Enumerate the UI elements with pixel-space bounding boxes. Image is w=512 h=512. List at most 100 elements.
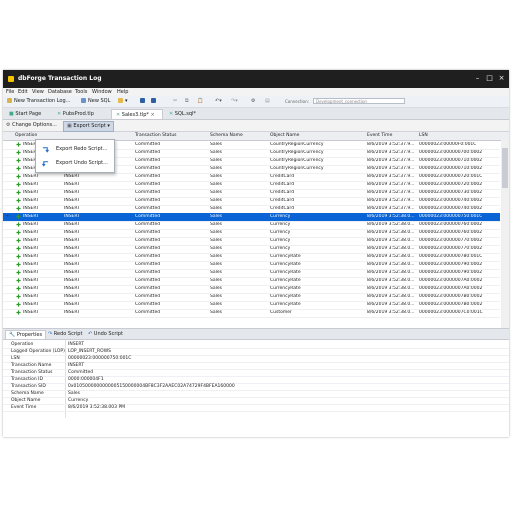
- copy-button[interactable]: ⧉: [185, 98, 189, 105]
- cell-status: Committed: [135, 230, 161, 235]
- tab-undo-script[interactable]: ↶ Undo Script: [85, 330, 126, 339]
- insert-plus-icon: [16, 278, 21, 283]
- cell-op: INSERT: [23, 222, 39, 227]
- cell-schema: Sales: [210, 182, 222, 187]
- folder-icon: [118, 98, 123, 103]
- grid-scrollbar[interactable]: [501, 140, 509, 328]
- paste-button[interactable]: 📋: [197, 98, 203, 105]
- open-folder-button[interactable]: ▾: [118, 98, 128, 105]
- cell-schema: Sales: [210, 158, 222, 163]
- cell-op: INSERT: [23, 254, 39, 259]
- insert-plus-icon: [16, 222, 21, 227]
- cell-status: Committed: [135, 238, 161, 243]
- new-log-icon: [7, 98, 12, 103]
- cell-status: Committed: [135, 262, 161, 267]
- column-object-name[interactable]: Object Name: [270, 133, 299, 138]
- save-button[interactable]: [140, 98, 147, 105]
- toolbar-extra-button[interactable]: ▤: [265, 98, 270, 105]
- save-all-button[interactable]: [151, 98, 158, 105]
- insert-plus-icon: [16, 190, 21, 195]
- cell-op2: INSERT: [64, 278, 80, 283]
- property-value: 8/6/2019 3:52:38.003 PM: [68, 405, 126, 410]
- table-row[interactable]: INSERT INSERT Committed Sales Customer 8/6/20…: [3, 309, 500, 318]
- property-row[interactable]: Schema Name Sales: [3, 391, 509, 398]
- tab-sales3[interactable]: ✕ Sales3.tlp* ×: [111, 109, 163, 119]
- cell-lsn: 00000023:000000700:0002: [419, 150, 483, 155]
- property-value: INSERT: [68, 363, 84, 368]
- cell-schema: Sales: [210, 222, 222, 227]
- cell-object: CreditCard: [270, 190, 295, 195]
- property-row[interactable]: Transaction Status Committed: [3, 370, 509, 377]
- tab-sql[interactable]: ✕ SQL.sql*: [165, 109, 200, 119]
- cell-op2: INSERT: [64, 206, 80, 211]
- cell-lsn: 00000023:0000007B0:0002: [419, 302, 483, 307]
- toolbar-options-button[interactable]: ⚙: [251, 98, 255, 105]
- property-value: Committed: [68, 370, 94, 375]
- property-row[interactable]: LSN 00000023:000000750:001C: [3, 356, 509, 363]
- cell-object: CreditCard: [270, 174, 295, 179]
- column-operation[interactable]: Operation: [15, 133, 37, 138]
- column-event-time[interactable]: Event Time: [367, 133, 392, 138]
- menu-help[interactable]: Help: [117, 89, 128, 95]
- property-key: LSN: [11, 356, 20, 361]
- cell-op: INSERT: [23, 278, 39, 283]
- redo-button[interactable]: ↷▾: [231, 98, 238, 105]
- cell-op2: INSERT: [64, 182, 80, 187]
- menu-database[interactable]: Database: [48, 89, 72, 95]
- property-row[interactable]: Transaction Name INSERT: [3, 363, 509, 370]
- cell-status: Committed: [135, 198, 161, 203]
- tab-close-icon[interactable]: ×: [149, 112, 154, 118]
- app-logo-icon: [8, 76, 14, 82]
- property-key: Operation: [11, 342, 34, 347]
- cell-schema: Sales: [210, 262, 222, 267]
- grid-scrollbar-thumb[interactable]: [502, 148, 508, 188]
- column-transaction-status[interactable]: Transaction Status: [135, 133, 177, 138]
- tab-pubsprod[interactable]: ✕ PubsProd.tlp: [53, 109, 98, 119]
- menu-tools[interactable]: Tools: [75, 89, 87, 95]
- menu-edit[interactable]: Edit: [18, 89, 28, 95]
- cell-lsn: 00000023:0000007A0:0002: [419, 286, 483, 291]
- new-transaction-log-button[interactable]: New Transaction Log...: [7, 98, 70, 105]
- cut-button[interactable]: ✂: [173, 98, 177, 105]
- change-options-button[interactable]: ⚙ Change Options...: [6, 122, 57, 129]
- menu-view[interactable]: View: [32, 89, 44, 95]
- property-key: Transaction SID: [11, 384, 46, 389]
- cell-object: Currency: [270, 246, 291, 251]
- menu-file[interactable]: File: [6, 89, 14, 95]
- cell-object: CurrencyRate: [270, 278, 301, 283]
- cell-status: Committed: [135, 142, 161, 147]
- column-lsn[interactable]: LSN: [419, 133, 428, 138]
- property-row[interactable]: Event Time 8/6/2019 3:52:38.003 PM: [3, 405, 509, 412]
- property-value: LOP_INSERT_ROWS: [68, 349, 112, 354]
- maximize-icon[interactable]: □: [485, 74, 494, 83]
- cell-schema: Sales: [210, 302, 222, 307]
- undo-button[interactable]: ↶▾: [215, 98, 222, 105]
- export-script-button[interactable]: ▣ Export Script ▾: [63, 121, 114, 132]
- property-row[interactable]: Logged Operation (LOP) LOP_INSERT_ROWS: [3, 349, 509, 356]
- export-undo-script-item[interactable]: Export Undo Script...: [36, 157, 114, 169]
- cell-op2: INSERT: [64, 270, 80, 275]
- cell-op: INSERT: [23, 270, 39, 275]
- property-row[interactable]: Operation INSERT: [3, 342, 509, 349]
- tab-start-page[interactable]: ■ Start Page: [5, 109, 45, 119]
- cell-op: INSERT: [23, 238, 39, 243]
- title-bar: dbForge Transaction Log – □ ×: [3, 70, 509, 88]
- property-row[interactable]: Transaction ID 0000:000004F1: [3, 377, 509, 384]
- property-row[interactable]: Object Name Currency: [3, 398, 509, 405]
- insert-plus-icon: [16, 158, 21, 163]
- cell-object: Customer: [270, 310, 292, 315]
- tab-redo-script[interactable]: ↷ Redo Script: [45, 330, 85, 339]
- property-key: Logged Operation (LOP): [11, 349, 65, 354]
- new-sql-button[interactable]: New SQL: [81, 98, 110, 105]
- cell-time: 8/6/2019 3:52:37.9...: [367, 158, 415, 163]
- property-row[interactable]: Transaction SID 0x01050000000000051500000…: [3, 384, 509, 391]
- minimize-icon[interactable]: –: [473, 74, 482, 83]
- connection-select[interactable]: Development_connection: [313, 98, 405, 104]
- column-schema-name[interactable]: Schema Name: [210, 133, 243, 138]
- menu-window[interactable]: Window: [92, 89, 112, 95]
- redo-arrow-icon: [42, 147, 49, 153]
- export-redo-script-item[interactable]: Export Redo Script...: [36, 143, 114, 155]
- close-icon[interactable]: ×: [497, 74, 506, 83]
- tab-properties[interactable]: 🔧 Properties: [5, 330, 47, 339]
- cell-schema: Sales: [210, 294, 222, 299]
